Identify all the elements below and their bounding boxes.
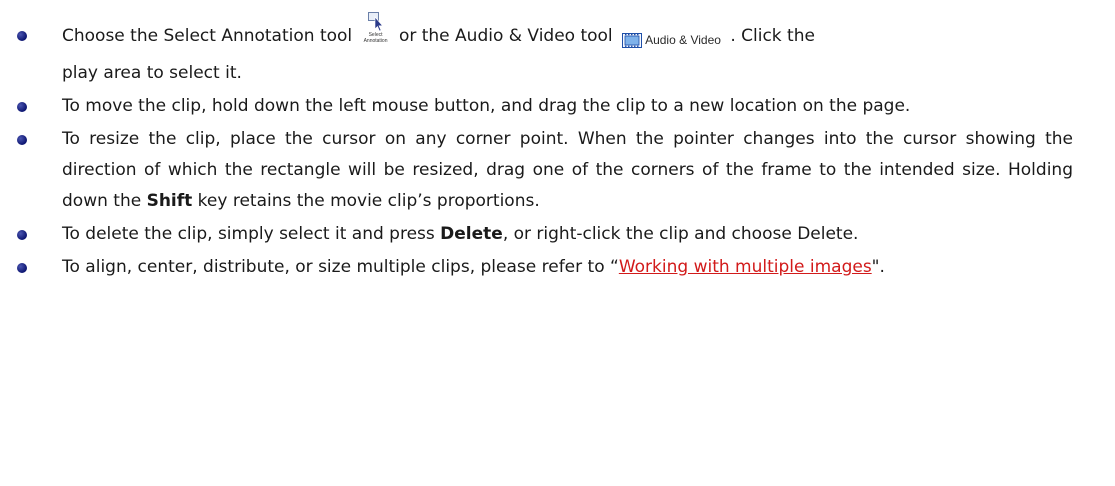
bullet-icon: [17, 263, 27, 273]
document-page: Choose the Select Annotation tool Select…: [0, 0, 1115, 486]
bullet-icon: [17, 102, 27, 112]
list-item-text: or the Audio & Video tool: [398, 26, 613, 46]
list-item-line: Choose the Select Annotation tool Select…: [62, 12, 1073, 58]
list-item-text: play area to select it.: [62, 63, 242, 83]
list-item-text: , or right-click the clip and choose Del…: [502, 224, 859, 244]
instruction-list: Choose the Select Annotation tool Select…: [0, 12, 1115, 285]
list-item: To align, center, distribute, or size mu…: [0, 252, 1115, 283]
list-item: Choose the Select Annotation tool Select…: [0, 12, 1115, 89]
list-item-text: To move the clip, hold down the left mou…: [62, 96, 911, 116]
audio-video-icon-label: Audio & Video: [645, 33, 721, 47]
list-item-text: key retains the movie clip’s proportions…: [192, 191, 540, 211]
select-annotation-tool-icon: Select Annotation: [362, 12, 390, 48]
list-item-text: To align, center, distribute, or size mu…: [62, 257, 619, 277]
bullet-icon: [17, 230, 27, 240]
list-item: To delete the clip, simply select it and…: [0, 219, 1115, 250]
shift-key-label: Shift: [146, 191, 193, 211]
select-annotation-icon-label: Select Annotation: [363, 32, 388, 44]
list-item-text: . Click the: [730, 26, 815, 46]
bullet-icon: [17, 135, 27, 145]
list-item-text: ".: [871, 257, 885, 277]
delete-key-label: Delete: [440, 224, 503, 244]
working-with-multiple-images-link[interactable]: Working with multiple images: [619, 257, 872, 277]
list-item: To move the clip, hold down the left mou…: [0, 91, 1115, 122]
bullet-icon: [17, 31, 27, 41]
list-item: To resize the clip, place the cursor on …: [0, 124, 1115, 217]
list-item-text: To delete the clip, simply select it and…: [62, 224, 441, 244]
list-item-text: Choose the Select Annotation tool: [62, 26, 353, 46]
list-item-line: play area to select it.: [62, 58, 1073, 89]
film-strip-icon: [622, 32, 643, 48]
audio-video-tool-icon: Audio & Video: [622, 18, 721, 48]
